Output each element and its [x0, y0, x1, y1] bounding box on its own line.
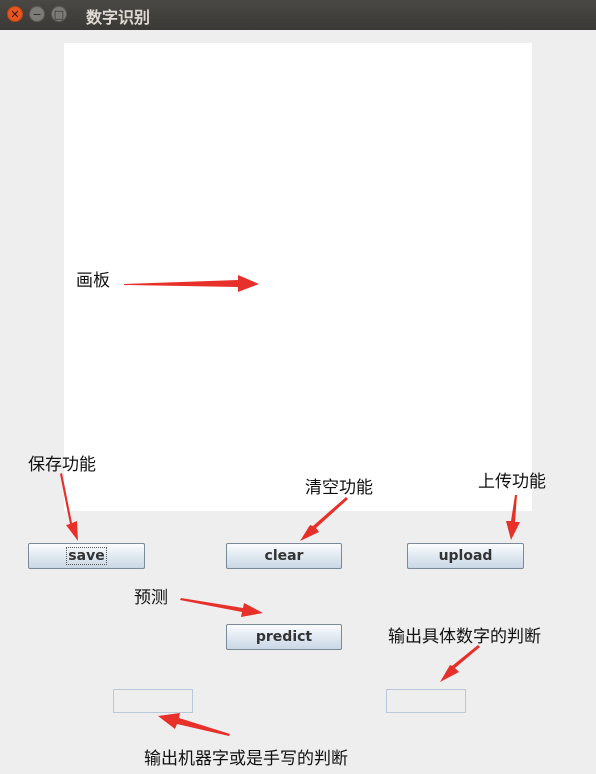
annotation-arrows: [60, 275, 520, 736]
type-output-arrow: [158, 713, 230, 736]
clear-arrow: [300, 497, 348, 541]
canvas-arrow: [124, 275, 259, 292]
predict-arrow: [180, 598, 263, 617]
arrow-group: [60, 275, 520, 736]
upload-arrow: [506, 495, 520, 540]
save-arrow: [60, 473, 78, 541]
digit-output-arrow: [440, 645, 480, 682]
